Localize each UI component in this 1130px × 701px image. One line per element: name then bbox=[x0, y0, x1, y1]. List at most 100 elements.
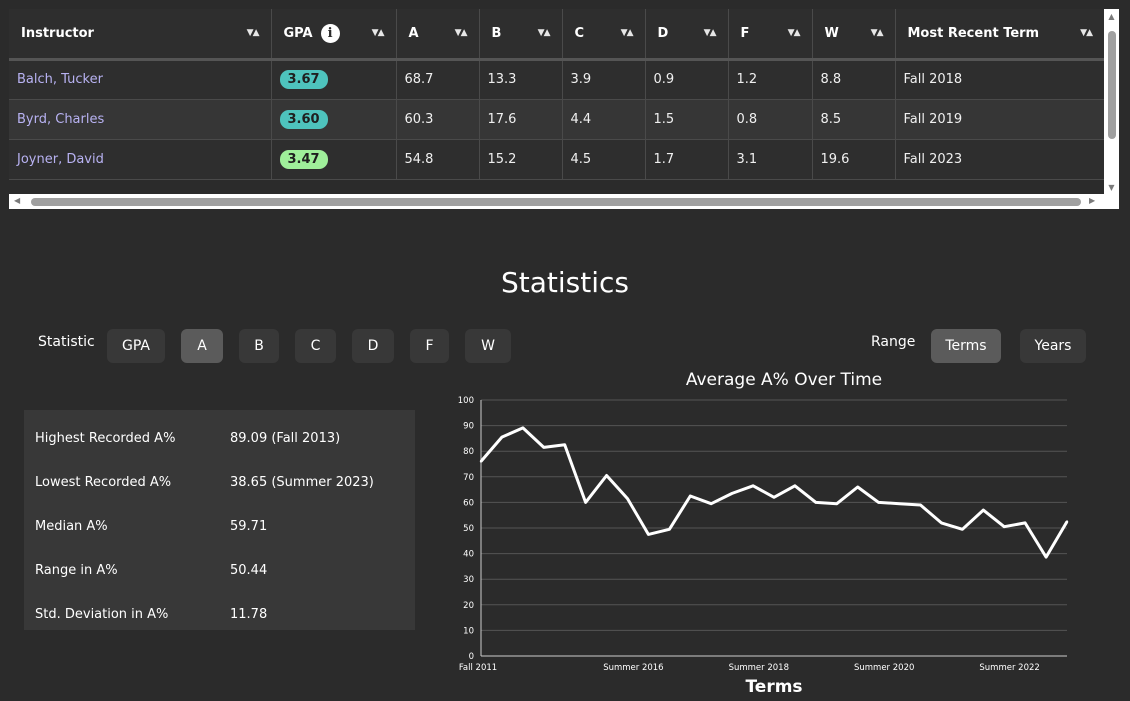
column-header-label: W bbox=[824, 25, 839, 41]
cell-f: 0.8 bbox=[728, 99, 813, 140]
x-tick-label: Summer 2020 bbox=[854, 663, 914, 673]
column-header-label: GPA bbox=[283, 25, 313, 41]
statistic-label: Statistic bbox=[38, 334, 95, 350]
sort-arrows-icon[interactable]: ▼▲ bbox=[704, 28, 717, 38]
column-header-instructor[interactable]: Instructor ▼▲ bbox=[9, 9, 272, 61]
column-header-f[interactable]: F ▼▲ bbox=[728, 9, 813, 61]
data-point bbox=[898, 502, 901, 505]
data-point bbox=[751, 484, 755, 487]
summary-row: Std. Deviation in A% 11.78 bbox=[24, 592, 415, 636]
column-header-label: C bbox=[574, 25, 585, 41]
scroll-up-icon[interactable]: ▲ bbox=[1104, 12, 1119, 21]
column-header-label: D bbox=[657, 25, 669, 41]
data-point bbox=[1023, 521, 1027, 525]
instructor-link[interactable]: Joyner, David bbox=[9, 139, 272, 180]
vertical-scrollbar[interactable]: ▲ ▼ bbox=[1104, 9, 1119, 194]
summary-label: Std. Deviation in A% bbox=[35, 606, 169, 622]
data-point bbox=[605, 474, 608, 477]
sort-arrows-icon[interactable]: ▼▲ bbox=[538, 28, 551, 38]
summary-label: Lowest Recorded A% bbox=[35, 474, 172, 490]
summary-label: Range in A% bbox=[35, 562, 118, 578]
data-point bbox=[877, 501, 880, 504]
column-header-w[interactable]: W ▼▲ bbox=[812, 9, 896, 61]
y-tick-label: 80 bbox=[463, 447, 474, 457]
y-tick-label: 30 bbox=[463, 575, 474, 585]
cell-b: 13.3 bbox=[479, 59, 563, 100]
instructor-table: Instructor ▼▲ GPA i ▼▲ A ▼▲ B ▼▲ C ▼▲ D ▼▲ F ▼▲ W ▼▲ Most… bbox=[9, 9, 1104, 180]
sort-arrows-icon[interactable]: ▼▲ bbox=[871, 28, 884, 38]
cell-d: 1.7 bbox=[645, 139, 729, 180]
vertical-scroll-thumb[interactable] bbox=[1108, 31, 1116, 139]
y-tick-label: 50 bbox=[463, 524, 474, 534]
sort-arrows-icon[interactable]: ▼▲ bbox=[372, 28, 385, 38]
info-icon[interactable]: i bbox=[320, 23, 340, 43]
sort-arrows-icon[interactable]: ▼▲ bbox=[455, 28, 468, 38]
data-point bbox=[856, 485, 859, 489]
cell-term: Fall 2019 bbox=[895, 99, 1104, 140]
data-point bbox=[1003, 525, 1006, 528]
data-point bbox=[563, 443, 566, 446]
chart-title: Average A% Over Time bbox=[686, 370, 882, 390]
summary-row: Highest Recorded A% 89.09 (Fall 2013) bbox=[24, 416, 415, 460]
column-header-b[interactable]: B ▼▲ bbox=[479, 9, 563, 61]
horizontal-scroll-thumb[interactable] bbox=[31, 198, 1081, 206]
cell-d: 0.9 bbox=[645, 59, 729, 100]
summary-label: Median A% bbox=[35, 518, 108, 534]
statistic-button-f[interactable]: F bbox=[410, 329, 449, 363]
instructor-link[interactable]: Byrd, Charles bbox=[9, 99, 272, 140]
statistic-button-gpa[interactable]: GPA bbox=[107, 329, 165, 363]
column-header-label: Instructor bbox=[21, 25, 94, 41]
x-tick-label: Fall 2011 bbox=[459, 663, 497, 673]
cell-c: 4.5 bbox=[562, 139, 646, 180]
column-header-term[interactable]: Most Recent Term ▼▲ bbox=[895, 9, 1104, 61]
sort-arrows-icon[interactable]: ▼▲ bbox=[1080, 28, 1093, 38]
instructor-link[interactable]: Balch, Tucker bbox=[9, 59, 272, 100]
cell-term: Fall 2023 bbox=[895, 139, 1104, 180]
sort-arrows-icon[interactable]: ▼▲ bbox=[621, 28, 634, 38]
statistic-button-c[interactable]: C bbox=[295, 329, 336, 363]
average-a-percent-chart: Average A% Over Time 0 10 20 30 40 50 60 70 80 90 1… bbox=[458, 370, 1069, 697]
data-point bbox=[689, 494, 692, 498]
statistic-button-d[interactable]: D bbox=[352, 329, 394, 363]
statistic-button-b[interactable]: B bbox=[239, 329, 279, 363]
data-point bbox=[814, 501, 818, 504]
data-point bbox=[835, 502, 838, 505]
y-tick-label: 70 bbox=[463, 473, 474, 483]
summary-value: 59.71 bbox=[230, 518, 268, 534]
table-row: Byrd, Charles 3.60 60.3 17.6 4.4 1.5 0.8 8.5 Fal… bbox=[9, 99, 1104, 140]
column-header-a[interactable]: A ▼▲ bbox=[396, 9, 480, 61]
data-point bbox=[1044, 555, 1048, 559]
column-header-label: F bbox=[740, 25, 750, 41]
cell-w: 19.6 bbox=[812, 139, 896, 180]
instructor-table-viewport: Instructor ▼▲ GPA i ▼▲ A ▼▲ B ▼▲ C ▼▲ D ▼▲ F ▼▲ W ▼▲ Most… bbox=[9, 9, 1104, 194]
scroll-left-icon[interactable]: ◀ bbox=[14, 196, 20, 205]
table-row: Joyner, David 3.47 54.8 15.2 4.5 1.7 3.1 19.6 Fa… bbox=[9, 139, 1104, 180]
sort-arrows-icon[interactable]: ▼▲ bbox=[247, 28, 260, 38]
scroll-down-icon[interactable]: ▼ bbox=[1104, 183, 1119, 192]
sort-arrows-icon[interactable]: ▼▲ bbox=[788, 28, 801, 38]
cell-a: 68.7 bbox=[396, 59, 480, 100]
column-header-gpa[interactable]: GPA i ▼▲ bbox=[271, 9, 397, 61]
horizontal-scrollbar[interactable]: ◀ ▶ bbox=[9, 194, 1104, 209]
data-point bbox=[500, 435, 504, 439]
column-header-label: Most Recent Term bbox=[907, 25, 1040, 41]
data-point bbox=[668, 528, 671, 531]
series-line bbox=[479, 426, 1069, 559]
data-point bbox=[793, 484, 797, 487]
cell-b: 17.6 bbox=[479, 99, 563, 140]
cell-f: 1.2 bbox=[728, 59, 813, 100]
cell-w: 8.8 bbox=[812, 59, 896, 100]
range-label: Range bbox=[871, 334, 916, 350]
range-button-terms[interactable]: Terms bbox=[931, 329, 1001, 363]
data-point bbox=[626, 497, 629, 500]
x-tick-label: Summer 2022 bbox=[979, 663, 1039, 673]
range-button-years[interactable]: Years bbox=[1020, 329, 1086, 363]
statistic-button-w[interactable]: W bbox=[465, 329, 511, 363]
cell-f: 3.1 bbox=[728, 139, 813, 180]
statistic-button-a[interactable]: A bbox=[181, 329, 223, 363]
cell-c: 3.9 bbox=[562, 59, 646, 100]
column-header-c[interactable]: C ▼▲ bbox=[562, 9, 646, 61]
summary-row: Lowest Recorded A% 38.65 (Summer 2023) bbox=[24, 460, 415, 504]
column-header-d[interactable]: D ▼▲ bbox=[645, 9, 729, 61]
scroll-right-icon[interactable]: ▶ bbox=[1089, 196, 1095, 205]
